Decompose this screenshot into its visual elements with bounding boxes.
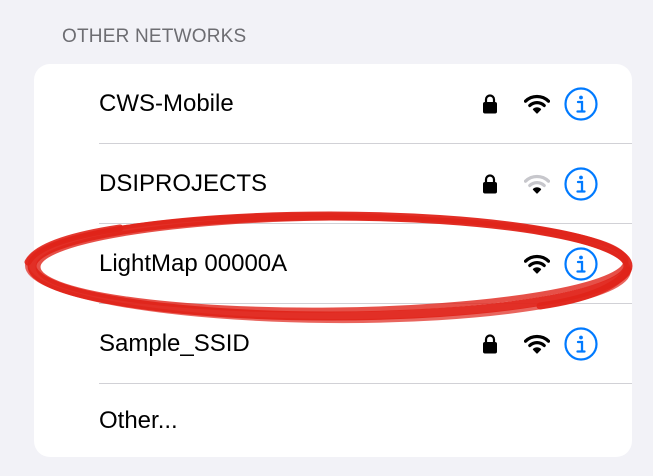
network-row[interactable]: Sample_SSID	[34, 304, 632, 384]
wifi-full-icon	[524, 94, 550, 114]
lock-icon	[483, 334, 497, 354]
info-circle-icon[interactable]	[564, 167, 598, 201]
network-name: CWS-Mobile	[99, 90, 234, 117]
network-name: Sample_SSID	[99, 330, 250, 357]
info-circle-icon[interactable]	[564, 247, 598, 281]
wifi-full-icon	[524, 334, 550, 354]
other-network-row[interactable]: Other...	[34, 384, 632, 457]
lock-icon	[483, 94, 497, 114]
wifi-weak-icon	[524, 174, 550, 194]
network-name: DSIPROJECTS	[99, 170, 268, 197]
network-list: CWS-Mobile DSIPROJECTS LightMap 00000A S…	[34, 64, 632, 457]
section-header-other-networks: OTHER NETWORKS	[62, 26, 247, 47]
network-row-lightmap[interactable]: LightMap 00000A	[34, 224, 632, 304]
info-circle-icon[interactable]	[564, 327, 598, 361]
network-row[interactable]: DSIPROJECTS	[34, 144, 632, 224]
lock-icon	[483, 174, 497, 194]
info-circle-icon[interactable]	[564, 87, 598, 121]
network-row[interactable]: CWS-Mobile	[34, 64, 632, 144]
network-name: LightMap 00000A	[99, 250, 288, 277]
other-network-label: Other...	[99, 406, 178, 434]
wifi-full-icon	[524, 254, 550, 274]
